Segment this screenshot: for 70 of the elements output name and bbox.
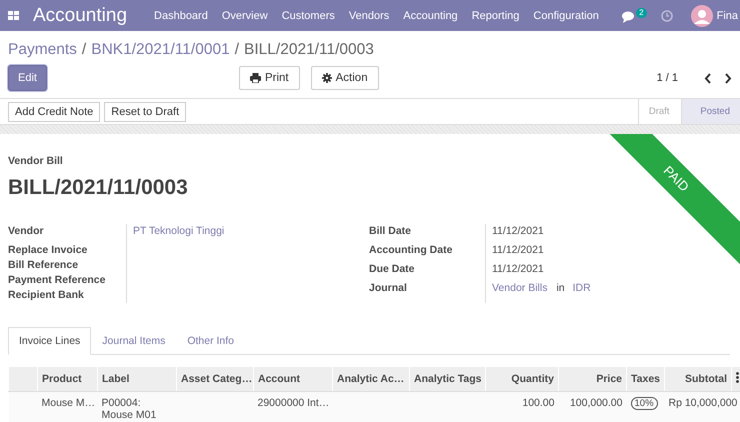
column-header[interactable]: Asset Categ… xyxy=(176,367,254,392)
menu-item[interactable]: Accounting xyxy=(396,10,465,22)
apps-grid-icon[interactable] xyxy=(8,10,19,20)
menu-item[interactable]: Customers xyxy=(274,10,342,22)
pager-value: 1 / 1 xyxy=(656,72,678,84)
breadcrumb-separator: / xyxy=(82,41,86,59)
tax-tag: 10% xyxy=(630,397,658,410)
breadcrumb-link[interactable]: Payments xyxy=(8,41,77,59)
column-header[interactable]: Analytic Tags xyxy=(410,367,486,392)
column-header[interactable]: Price xyxy=(558,367,626,392)
field-label: Journal xyxy=(369,281,408,296)
column-options-icon[interactable] xyxy=(736,372,739,383)
table-cell: 100.00 xyxy=(522,397,554,409)
document-title: BILL/2021/11/0003 xyxy=(8,176,188,200)
currency-link[interactable]: IDR xyxy=(572,282,591,294)
table-cell: Rp 10,000,000 xyxy=(668,397,738,409)
field-label: Recipient Bank xyxy=(8,288,85,303)
chat-icon[interactable] xyxy=(622,11,636,23)
field-label: Bill Reference xyxy=(8,258,80,273)
field-value: 11/12/2021 xyxy=(492,225,544,237)
tab[interactable]: Invoice Lines xyxy=(8,327,92,355)
field-label: Bill Date xyxy=(369,224,412,239)
breadcrumb-link[interactable]: BNK1/2021/11/0001 xyxy=(91,41,230,59)
column-header[interactable]: Account xyxy=(254,367,332,392)
print-icon xyxy=(250,73,261,83)
field-value: 11/12/2021 xyxy=(492,244,544,256)
field-label: Vendor xyxy=(8,224,45,239)
column-header[interactable]: Analytic Ac… xyxy=(332,367,410,392)
table-cell: 100,000.00 xyxy=(570,397,622,409)
tab[interactable]: Journal Items xyxy=(91,327,176,355)
breadcrumb-separator: / xyxy=(234,41,240,59)
field-label: Due Date xyxy=(369,262,416,277)
message-count-badge: 2 xyxy=(636,8,647,18)
column-header[interactable]: Quantity xyxy=(486,367,558,392)
clock-icon[interactable] xyxy=(660,10,673,22)
column-header[interactable]: Label xyxy=(98,367,176,392)
previous-icon[interactable] xyxy=(704,72,712,84)
field-label: Payment Reference xyxy=(8,273,106,288)
field-label: Accounting Date xyxy=(369,243,454,258)
menu-item[interactable]: Vendors xyxy=(342,10,396,22)
menu-item[interactable]: Overview xyxy=(214,10,275,22)
field-label: Replace Invoice xyxy=(8,243,88,258)
journal-link[interactable]: Vendor Bills xyxy=(492,282,548,294)
breadcrumb-current: BILL/2021/11/0003 xyxy=(244,41,374,59)
column-header[interactable]: Subtotal xyxy=(664,367,732,392)
document-type-label: Vendor Bill xyxy=(8,155,63,167)
status-action-button[interactable]: Add Credit Note xyxy=(8,102,100,122)
menu-item[interactable]: Reporting xyxy=(464,10,526,22)
gear-icon xyxy=(322,73,332,83)
table-cell: Mouse M… xyxy=(42,397,96,409)
action-button[interactable]: Action xyxy=(310,66,379,90)
status-action-button[interactable]: Reset to Draft xyxy=(104,102,186,122)
edit-button[interactable]: Edit xyxy=(8,65,47,91)
vendor-link[interactable]: PT Teknologi Tinggi xyxy=(133,225,224,237)
table-cell: P00004: Mouse M01 xyxy=(102,397,156,421)
field-value: 11/12/2021 xyxy=(492,263,544,275)
column-header[interactable]: Taxes xyxy=(626,367,664,392)
menu-item[interactable]: Dashboard xyxy=(147,10,215,22)
app-title[interactable]: Accounting xyxy=(33,4,128,26)
table-cell: 29000000 Int… xyxy=(258,397,330,409)
user-name[interactable]: Fina xyxy=(716,10,738,22)
field-text: in xyxy=(556,282,565,294)
avatar-icon[interactable] xyxy=(690,4,713,26)
tab[interactable]: Other Info xyxy=(176,327,246,355)
column-header[interactable]: Product xyxy=(38,367,98,392)
status-stage[interactable]: Posted xyxy=(681,99,740,124)
status-stage[interactable]: Draft xyxy=(638,99,682,124)
menu-item[interactable]: Configuration xyxy=(526,10,606,22)
next-icon[interactable] xyxy=(724,72,732,84)
print-button[interactable]: Print xyxy=(238,66,300,90)
